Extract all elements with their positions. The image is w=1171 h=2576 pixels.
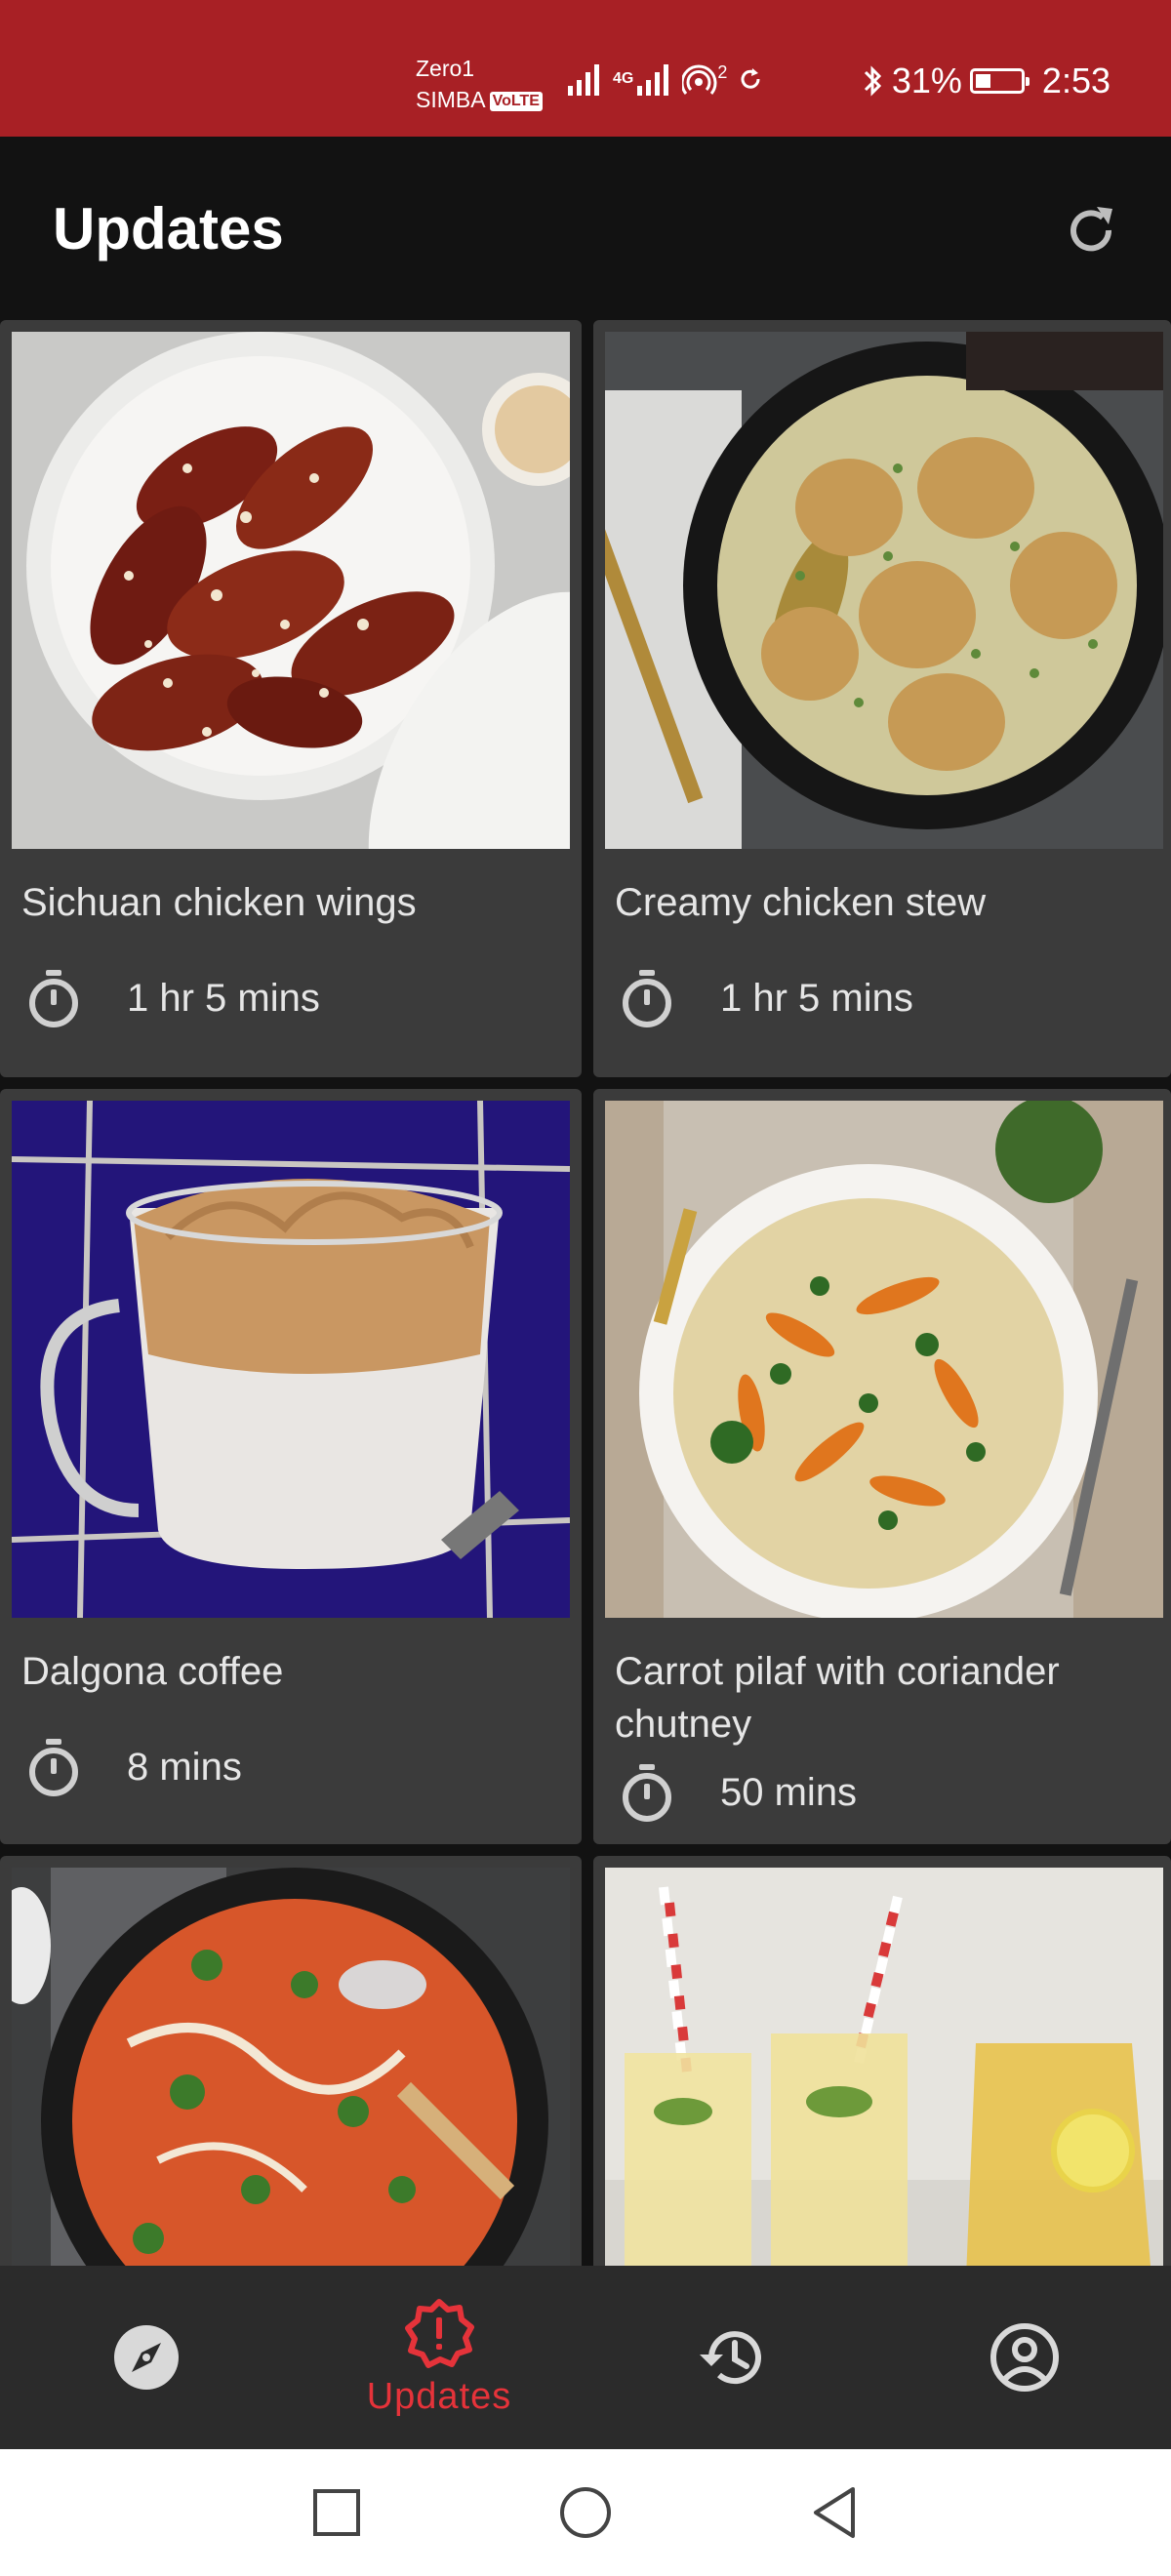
recipe-time: 1 hr 5 mins xyxy=(21,966,320,1030)
nav-updates-label: Updates xyxy=(366,2375,512,2417)
hotspot-icon xyxy=(682,64,717,95)
alert-badge-icon xyxy=(405,2298,474,2368)
recipe-grid: Sichuan chicken wings 1 hr 5 mins Creamy… xyxy=(0,320,1171,2272)
carrier-info: Zero1 SIMBA VoLTE xyxy=(416,53,543,115)
compass-icon xyxy=(114,2325,179,2390)
recipe-image-chicken-wings xyxy=(12,332,570,849)
nav-updates[interactable]: Updates xyxy=(293,2266,586,2449)
recipe-image-carrot-pilaf xyxy=(605,1101,1163,1618)
nav-history[interactable] xyxy=(586,2266,878,2449)
status-right: 31% 2:53 xyxy=(863,60,1110,101)
recipe-card[interactable]: Creamy chicken stew 1 hr 5 mins xyxy=(593,320,1171,1077)
hotspot-count: 2 xyxy=(717,61,728,82)
recipe-card[interactable] xyxy=(593,1856,1171,2272)
battery-percent: 31% xyxy=(891,60,962,101)
recipe-time-text: 1 hr 5 mins xyxy=(127,976,320,1020)
home-button[interactable] xyxy=(551,2478,620,2547)
signal-icon-2 xyxy=(637,64,669,96)
recipe-title: Creamy chicken stew xyxy=(615,881,987,924)
status-icons: 4G 2 xyxy=(566,62,764,96)
carrier-name-2: SIMBA xyxy=(416,87,486,112)
app-bar: Updates xyxy=(0,137,1171,320)
recents-icon xyxy=(313,2489,360,2536)
recipe-image-curry xyxy=(12,1868,570,2272)
battery-icon xyxy=(969,68,1030,94)
bottom-navigation: Updates xyxy=(0,2266,1171,2449)
recipe-time-text: 50 mins xyxy=(720,1770,858,1814)
refresh-button[interactable] xyxy=(1056,195,1126,265)
recipe-time: 50 mins xyxy=(615,1760,857,1825)
recipe-time: 1 hr 5 mins xyxy=(615,966,913,1030)
timer-icon xyxy=(29,1739,78,1796)
recipe-card[interactable]: Dalgona coffee 8 mins xyxy=(0,1089,582,1844)
recipe-time: 8 mins xyxy=(21,1735,242,1799)
recipe-title: Carrot pilaf with coriander chutney xyxy=(615,1650,1060,1746)
history-icon xyxy=(700,2331,761,2385)
nav-explore[interactable] xyxy=(0,2266,293,2449)
timer-icon xyxy=(29,970,78,1027)
status-bar: Zero1 SIMBA VoLTE 4G 2 31% 2:53 xyxy=(0,0,1171,137)
recents-button[interactable] xyxy=(303,2478,371,2547)
account-icon xyxy=(990,2323,1059,2392)
recipe-image-lemonade xyxy=(605,1868,1163,2272)
recipe-title: Dalgona coffee xyxy=(21,1650,284,1693)
carrier-name-1: Zero1 xyxy=(416,56,475,81)
recipe-title: Sichuan chicken wings xyxy=(21,881,417,924)
recipe-time-text: 1 hr 5 mins xyxy=(720,976,913,1020)
recipe-card[interactable] xyxy=(0,1856,582,2272)
refresh-icon xyxy=(1070,207,1112,252)
recipe-time-text: 8 mins xyxy=(127,1745,242,1789)
back-icon xyxy=(814,2487,855,2538)
system-navigation xyxy=(0,2449,1171,2576)
back-button[interactable] xyxy=(800,2478,868,2547)
timer-icon xyxy=(623,970,671,1027)
recipe-image-dalgona-coffee xyxy=(12,1101,570,1618)
recipe-image-chicken-stew xyxy=(605,332,1163,849)
recipe-card[interactable]: Carrot pilaf with coriander chutney 50 m… xyxy=(593,1089,1171,1844)
page-title: Updates xyxy=(53,196,284,262)
nav-account[interactable] xyxy=(878,2266,1171,2449)
bluetooth-icon xyxy=(864,65,881,97)
volte-badge: VoLTE xyxy=(489,91,543,111)
timer-icon xyxy=(623,1764,671,1822)
signal-icon xyxy=(568,64,599,96)
network-type-label: 4G xyxy=(613,70,634,87)
clock: 2:53 xyxy=(1041,60,1110,101)
home-icon xyxy=(560,2487,611,2538)
recipe-card[interactable]: Sichuan chicken wings 1 hr 5 mins xyxy=(0,320,582,1077)
sync-icon xyxy=(741,68,760,89)
